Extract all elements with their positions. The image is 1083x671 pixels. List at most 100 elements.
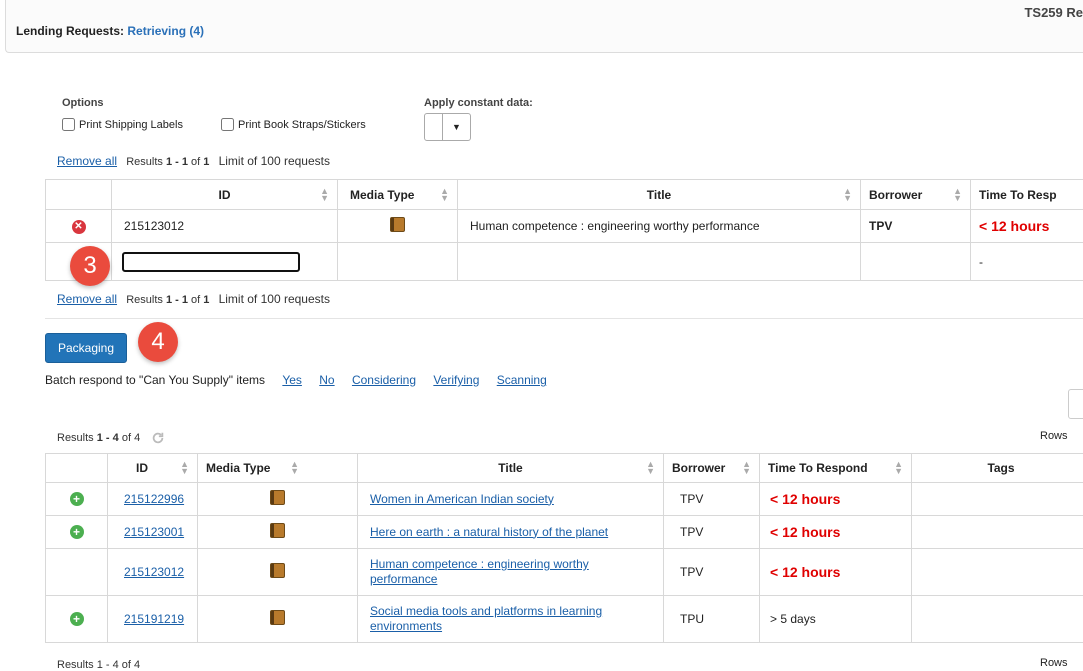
sort-icon[interactable]: ▲▼ xyxy=(180,461,189,475)
borrower-cell: TPV xyxy=(664,516,760,549)
remove-cell[interactable]: ✕ xyxy=(46,210,112,243)
page-title: Lending Requests: Retrieving (4) xyxy=(16,24,204,38)
sort-icon[interactable]: ▲▼ xyxy=(320,188,329,202)
col-id[interactable]: ID▲▼ xyxy=(108,454,198,483)
step-badge-3: 3 xyxy=(70,246,110,286)
col-media-type[interactable]: Media Type▲▼ xyxy=(338,180,458,210)
options-label: Options xyxy=(62,97,104,109)
col-id[interactable]: ID▲▼ xyxy=(112,180,338,210)
col-borrower[interactable]: Borrower▲▼ xyxy=(861,180,971,210)
constant-data-value[interactable] xyxy=(425,114,443,140)
print-book-straps-checkbox[interactable]: Print Book Straps/Stickers xyxy=(221,118,366,131)
selected-requests-table: ID▲▼ Media Type▲▼ Title▲▼ Borrower▲▼ Tim… xyxy=(45,179,1083,281)
title-cell[interactable]: Social media tools and platforms in lear… xyxy=(358,596,664,643)
title-cell[interactable]: Here on earth : a natural history of the… xyxy=(358,516,664,549)
remove-icon[interactable]: ✕ xyxy=(72,220,86,234)
time-cell: < 12 hours xyxy=(971,210,1083,243)
input-row-title xyxy=(458,243,861,281)
add-cell[interactable]: + xyxy=(46,596,108,643)
batch-respond-line: Batch respond to "Can You Supply" items … xyxy=(45,373,547,387)
title-cell: Human competence : engineering worthy pe… xyxy=(458,210,861,243)
page-size-control[interactable] xyxy=(1068,389,1083,419)
title-link[interactable]: Women in American Indian society xyxy=(370,492,554,506)
results-total: 1 xyxy=(203,156,209,168)
remove-all-link-bottom[interactable]: Remove all xyxy=(57,292,117,306)
id-cell[interactable]: 215123012 xyxy=(108,549,198,596)
id-cell: 215123012 xyxy=(112,210,338,243)
add-cell[interactable] xyxy=(46,549,108,596)
refresh-icon[interactable] xyxy=(151,431,165,445)
id-input-cell xyxy=(112,243,338,281)
batch-considering-link[interactable]: Considering xyxy=(352,373,416,387)
sort-icon[interactable]: ▲▼ xyxy=(953,188,962,202)
request-id-link[interactable]: 215122996 xyxy=(124,492,184,506)
borrower-cell: TPV xyxy=(664,483,760,516)
table-header-row: ID▲▼ Media Type▲▼ Title▲▼ Borrower▲▼ Tim… xyxy=(46,180,1083,210)
sort-icon[interactable]: ▲▼ xyxy=(440,188,449,202)
sort-icon[interactable]: ▲▼ xyxy=(290,461,299,475)
request-id-link[interactable]: 215123001 xyxy=(124,525,184,539)
table-header-row: ID▲▼ Media Type▲▼ Title▲▼ Borrower▲▼ Tim… xyxy=(46,454,1083,483)
add-icon[interactable]: + xyxy=(70,525,84,539)
time-cell: < 12 hours xyxy=(760,549,912,596)
sort-icon[interactable]: ▲▼ xyxy=(894,461,903,475)
packaging-button[interactable]: Packaging xyxy=(45,333,127,363)
id-cell[interactable]: 215191219 xyxy=(108,596,198,643)
table-row: 215123012 Human competence : engineering … xyxy=(46,549,1083,596)
media-type-cell xyxy=(198,516,358,549)
sort-icon[interactable]: ▲▼ xyxy=(646,461,655,475)
results-prefix: Results xyxy=(126,156,163,168)
table-row: +215123001 Here on earth : a natural hist… xyxy=(46,516,1083,549)
input-row: - xyxy=(46,243,1083,281)
title-link[interactable]: Here on earth : a natural history of the… xyxy=(370,525,608,539)
remove-all-link-top[interactable]: Remove all xyxy=(57,154,117,168)
header-code: TS259 Re xyxy=(1024,5,1083,20)
id-scan-input[interactable] xyxy=(122,252,300,272)
title-link[interactable]: Social media tools and platforms in lear… xyxy=(370,604,602,633)
table-row: +215122996 Women in American Indian socie… xyxy=(46,483,1083,516)
add-icon[interactable]: + xyxy=(70,612,84,626)
media-type-cell xyxy=(198,596,358,643)
print-shipping-labels-input[interactable] xyxy=(62,118,75,131)
col-media-type[interactable]: Media Type▲▼ xyxy=(198,454,358,483)
table-row: ✕ 215123012 Human competence : engineeri… xyxy=(46,210,1083,243)
title-cell[interactable]: Women in American Indian society xyxy=(358,483,664,516)
constant-data-dropdown[interactable]: ▼ xyxy=(424,113,471,141)
batch-scanning-link[interactable]: Scanning xyxy=(497,373,547,387)
col-time-to-respond[interactable]: Time To Respond▲▼ xyxy=(760,454,912,483)
col-time-to-respond[interactable]: Time To Resp xyxy=(971,180,1083,210)
title-cell[interactable]: Human competence : engineering worthy pe… xyxy=(358,549,664,596)
batch-yes-link[interactable]: Yes xyxy=(282,373,302,387)
col-title[interactable]: Title▲▼ xyxy=(458,180,861,210)
batch-no-link[interactable]: No xyxy=(319,373,334,387)
col-title[interactable]: Title▲▼ xyxy=(358,454,664,483)
title-link[interactable]: Human competence : engineering worthy pe… xyxy=(370,557,589,586)
request-id-link[interactable]: 215123012 xyxy=(124,565,184,579)
time-cell: > 5 days xyxy=(760,596,912,643)
add-cell[interactable]: + xyxy=(46,483,108,516)
top-results-line: Remove all Results 1 - 1 of 1 Limit of 1… xyxy=(57,154,330,168)
caret-down-icon[interactable]: ▼ xyxy=(443,114,470,140)
col-borrower[interactable]: Borrower▲▼ xyxy=(664,454,760,483)
time-cell: < 12 hours xyxy=(760,516,912,549)
id-cell[interactable]: 215122996 xyxy=(108,483,198,516)
requests-table: ID▲▼ Media Type▲▼ Title▲▼ Borrower▲▼ Tim… xyxy=(45,453,1083,643)
request-id-link[interactable]: 215191219 xyxy=(124,612,184,626)
add-cell[interactable]: + xyxy=(46,516,108,549)
media-type-cell xyxy=(338,210,458,243)
id-cell[interactable]: 215123001 xyxy=(108,516,198,549)
sort-icon[interactable]: ▲▼ xyxy=(742,461,751,475)
col-action xyxy=(46,454,108,483)
print-shipping-labels-checkbox[interactable]: Print Shipping Labels xyxy=(62,118,183,131)
print-book-straps-text: Print Book Straps/Stickers xyxy=(238,119,366,131)
tags-cell xyxy=(912,549,1083,596)
print-book-straps-input[interactable] xyxy=(221,118,234,131)
time-value: < 12 hours xyxy=(770,491,840,507)
sort-icon[interactable]: ▲▼ xyxy=(843,188,852,202)
col-tags: Tags xyxy=(912,454,1083,483)
add-icon[interactable]: + xyxy=(70,492,84,506)
borrower-cell: TPV xyxy=(664,549,760,596)
time-value: > 5 days xyxy=(770,612,816,626)
batch-verifying-link[interactable]: Verifying xyxy=(433,373,479,387)
book-icon xyxy=(270,610,285,625)
